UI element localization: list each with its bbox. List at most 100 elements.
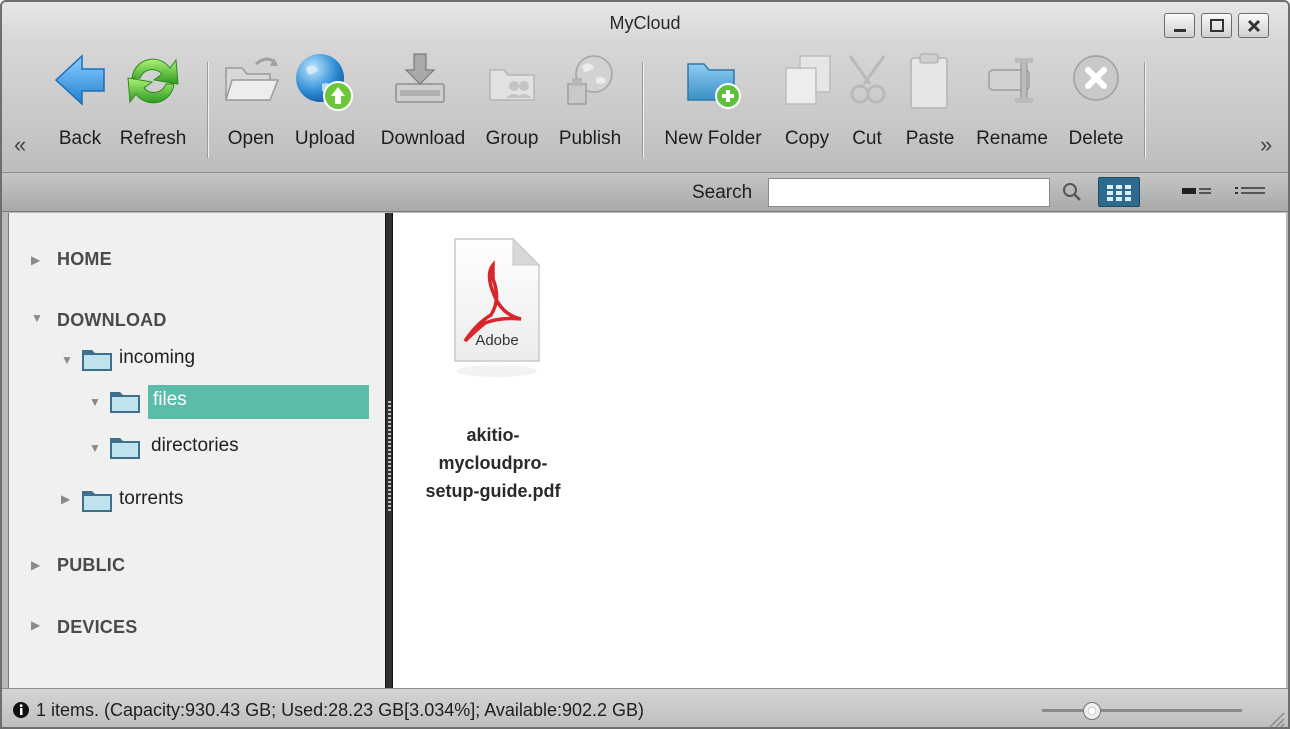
tile-view-button[interactable] (1178, 177, 1220, 207)
open-button[interactable]: Open (220, 42, 282, 168)
collapsed-triangle-icon[interactable]: ▶ (31, 253, 40, 267)
splitter-grip[interactable] (388, 401, 391, 511)
close-icon (1247, 19, 1261, 33)
search-input[interactable] (768, 178, 1050, 207)
list-view-button[interactable] (1229, 177, 1271, 207)
minimize-icon (1174, 29, 1186, 32)
refresh-icon (127, 58, 179, 104)
grid-view-icon (1107, 185, 1131, 201)
open-folder-icon (224, 57, 280, 101)
copy-button[interactable]: Copy (774, 42, 840, 168)
group-label: Group (485, 128, 539, 149)
toolbar-scroll-left[interactable]: « (14, 132, 26, 158)
file-name-line: mycloudpro- (438, 453, 548, 473)
tree-folder-directories[interactable]: ▼ directories (89, 431, 309, 465)
rename-button[interactable]: Rename (965, 42, 1059, 168)
window-title: MyCloud (609, 13, 681, 33)
tree-folder-label: directories (151, 435, 239, 456)
open-label: Open (227, 128, 275, 149)
list-view-icon (1235, 187, 1265, 194)
refresh-label: Refresh (119, 128, 187, 149)
collapsed-triangle-icon[interactable]: ▶ (61, 492, 70, 506)
folder-icon (110, 392, 140, 413)
paste-button[interactable]: Paste (895, 42, 965, 168)
zoom-slider-thumb[interactable] (1083, 702, 1101, 720)
copy-icon (785, 55, 831, 105)
search-icon[interactable] (1062, 182, 1082, 202)
clipboard-icon (910, 53, 948, 109)
adobe-text: Adobe (475, 332, 518, 349)
cut-label: Cut (852, 128, 882, 149)
new-folder-label: New Folder (664, 128, 762, 149)
delete-icon (1073, 55, 1119, 101)
info-icon (13, 702, 29, 718)
scissors-icon (848, 55, 886, 104)
title-bar[interactable]: MyCloud (2, 2, 1288, 42)
search-bar: Search (2, 172, 1288, 212)
publish-button[interactable]: Publish (548, 42, 632, 168)
maximize-icon (1210, 19, 1224, 32)
folder-icon (110, 438, 140, 459)
expanded-triangle-icon[interactable]: ▼ (89, 441, 101, 455)
pane-splitter[interactable] (385, 213, 393, 688)
expanded-triangle-icon[interactable]: ▼ (31, 311, 43, 325)
upload-label: Upload (294, 128, 356, 149)
toolbar: « » Back Refresh Open Upload Download Gr… (2, 42, 1288, 172)
group-button[interactable]: Group (478, 42, 546, 168)
new-folder-button[interactable]: New Folder (652, 42, 774, 168)
zoom-slider[interactable] (1042, 702, 1242, 720)
refresh-button[interactable]: Refresh (110, 42, 196, 168)
delete-label: Delete (1068, 128, 1124, 149)
folder-icon (82, 350, 112, 371)
download-label: Download (380, 128, 466, 149)
toolbar-separator (1144, 62, 1146, 158)
tree-folder-incoming[interactable]: ▼ incoming (61, 343, 261, 377)
upload-button[interactable]: Upload (284, 42, 366, 168)
tree-section-label: HOME (57, 249, 112, 269)
icon-view-button[interactable] (1098, 177, 1140, 207)
tile-view-icon (1182, 188, 1211, 194)
collapsed-triangle-icon[interactable]: ▶ (31, 558, 40, 572)
upload-globe-icon (296, 54, 353, 111)
toolbar-scroll-right[interactable]: » (1260, 132, 1272, 158)
search-label: Search (692, 182, 753, 203)
tree-folder-label: files (153, 389, 187, 410)
group-folder-icon (489, 69, 535, 101)
tree-section-label: PUBLIC (57, 555, 126, 575)
window-chrome: MyCloud « » Back Refresh Open Upload Dow… (2, 2, 1288, 172)
cut-button[interactable]: Cut (840, 42, 894, 168)
tree-section-label: DOWNLOAD (57, 310, 167, 330)
paste-label: Paste (905, 128, 955, 149)
file-content-pane: Adobe akitio- mycloudpro- setup-guide.pd… (393, 213, 1286, 688)
download-button[interactable]: Download (368, 42, 478, 168)
folder-tree-sidebar: ▶ HOME ▼ DOWNLOAD ▼ incoming ▼ files ▼ d… (8, 213, 385, 688)
folder-icon (82, 491, 112, 512)
status-bar: 1 items. (Capacity:930.43 GB; Used:28.23… (2, 688, 1288, 729)
tree-folder-files[interactable]: ▼ files (89, 385, 369, 419)
tree-folder-label: torrents (119, 488, 184, 509)
close-button[interactable] (1238, 13, 1269, 38)
copy-label: Copy (784, 128, 830, 149)
collapsed-triangle-icon[interactable]: ▶ (31, 618, 40, 632)
toolbar-separator (642, 62, 644, 158)
back-label: Back (58, 128, 102, 149)
file-name-line: akitio- (466, 425, 520, 445)
toolbar-separator (207, 62, 209, 158)
delete-button[interactable]: Delete (1060, 42, 1132, 168)
back-button[interactable]: Back (50, 42, 110, 168)
rename-icon (988, 58, 1033, 103)
expanded-triangle-icon[interactable]: ▼ (89, 395, 101, 409)
download-tray-icon (395, 53, 445, 103)
publish-label: Publish (558, 128, 622, 149)
new-folder-icon (687, 63, 741, 109)
expanded-triangle-icon[interactable]: ▼ (61, 353, 73, 367)
resize-grip-icon[interactable] (1264, 707, 1286, 729)
publish-globe-icon (567, 55, 613, 105)
maximize-button[interactable] (1201, 13, 1232, 38)
rename-label: Rename (976, 128, 1048, 149)
minimize-button[interactable] (1164, 13, 1195, 38)
file-name-line: setup-guide.pdf (425, 481, 561, 501)
file-item[interactable]: Adobe akitio- mycloudpro- setup-guide.pd… (403, 231, 583, 501)
pdf-adobe-icon: Adobe (454, 237, 541, 377)
tree-folder-torrents[interactable]: ▶ torrents (61, 484, 261, 518)
